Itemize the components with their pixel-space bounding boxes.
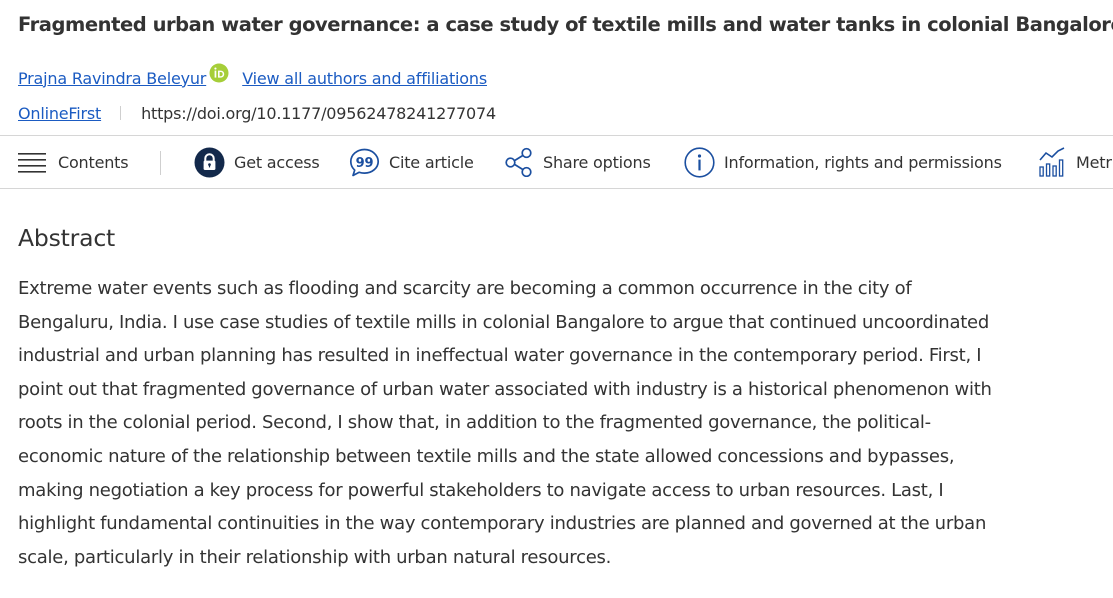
cite-article-label: Cite article bbox=[389, 152, 474, 172]
author-line: Prajna Ravindra Beleyur View all authors… bbox=[18, 63, 487, 90]
metrics-icon bbox=[1038, 147, 1067, 177]
svg-text:99: 99 bbox=[356, 155, 374, 170]
article-toolbar: Contents Get access 99 Cite article Shar… bbox=[0, 135, 1113, 189]
meta-separator bbox=[120, 106, 122, 120]
doi-text[interactable]: https://doi.org/10.1177/0956247824127707… bbox=[141, 104, 496, 123]
lock-icon bbox=[194, 147, 225, 178]
view-all-authors-link[interactable]: View all authors and affiliations bbox=[242, 69, 487, 88]
onlinefirst-link[interactable]: OnlineFirst bbox=[18, 104, 101, 123]
contents-button[interactable]: Contents bbox=[17, 136, 129, 188]
orcid-icon[interactable] bbox=[209, 63, 229, 83]
menu-icon bbox=[17, 150, 47, 174]
information-rights-button[interactable]: Information, rights and permissions bbox=[684, 136, 1002, 188]
share-options-button[interactable]: Share options bbox=[504, 136, 651, 188]
info-icon bbox=[684, 146, 715, 178]
abstract-heading: Abstract bbox=[18, 224, 116, 252]
metrics-button[interactable]: Metrics bbox=[1038, 136, 1113, 188]
publication-meta: OnlineFirst https://doi.org/10.1177/0956… bbox=[18, 101, 496, 125]
metrics-label: Metrics bbox=[1076, 152, 1113, 172]
contents-label: Contents bbox=[58, 152, 129, 172]
author-link[interactable]: Prajna Ravindra Beleyur bbox=[18, 69, 206, 88]
share-icon bbox=[504, 147, 534, 177]
information-rights-label: Information, rights and permissions bbox=[724, 152, 1002, 172]
toolbar-divider bbox=[160, 151, 161, 175]
share-options-label: Share options bbox=[543, 152, 651, 172]
quote-icon: 99 bbox=[349, 147, 380, 178]
abstract-text: Extreme water events such as flooding an… bbox=[18, 278, 992, 568]
get-access-label: Get access bbox=[234, 152, 320, 172]
cite-article-button[interactable]: 99 Cite article bbox=[349, 136, 474, 188]
get-access-button[interactable]: Get access bbox=[194, 136, 320, 188]
article-title: Fragmented urban water governance: a cas… bbox=[18, 13, 1113, 36]
